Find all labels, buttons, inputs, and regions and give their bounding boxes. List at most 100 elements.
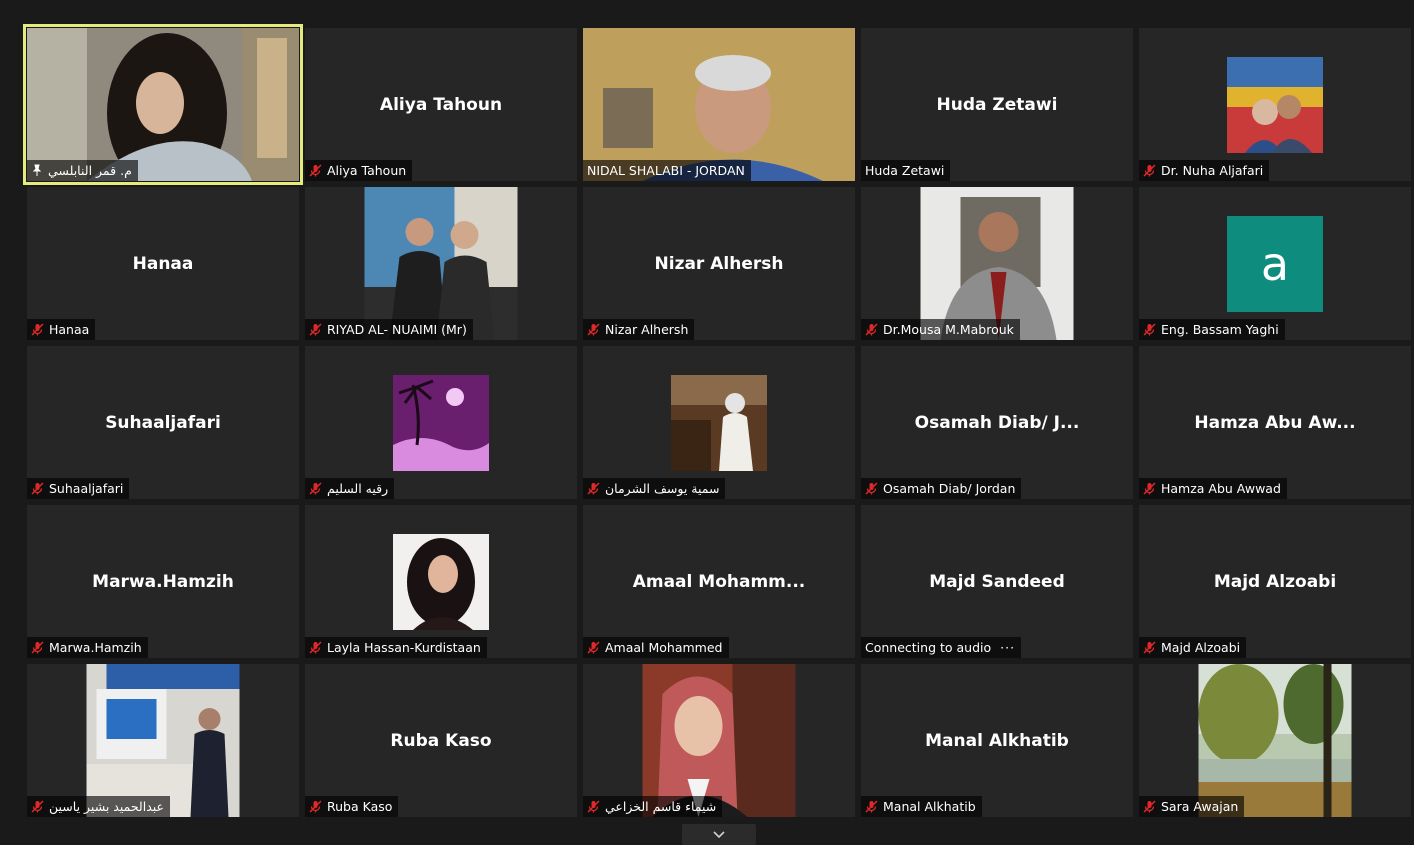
participant-display-name: Huda Zetawi [936, 94, 1058, 115]
participant-display-name: Marwa.Hamzih [92, 571, 234, 592]
participant-letter-avatar: a [1227, 215, 1323, 312]
participant-tile[interactable]: Suhaaljafari Suhaaljafari [27, 346, 299, 499]
participant-name-label: م. قمر النابلسي [27, 160, 138, 181]
participant-tile[interactable]: م. قمر النابلسي [23, 24, 303, 185]
mic-muted-icon [309, 641, 322, 654]
participant-photo [642, 664, 796, 817]
connecting-dots: ··· [1000, 640, 1016, 655]
participant-name-label: NIDAL SHALABI - JORDAN [583, 160, 751, 181]
mic-muted-icon [309, 482, 322, 495]
participant-tile[interactable]: Dr. Nuha Aljafari [1139, 28, 1411, 181]
participant-name-label: رقيه السليم [305, 478, 395, 499]
mic-muted-icon [1143, 641, 1156, 654]
participant-name-label: Sara Awajan [1139, 796, 1245, 817]
participant-name-label: عبدالحميد بشير ياسين [27, 796, 170, 817]
chevron-down-icon [713, 830, 725, 838]
mic-muted-icon [309, 800, 322, 813]
participant-video [27, 28, 299, 181]
participant-tile[interactable]: عبدالحميد بشير ياسين [27, 664, 299, 817]
mic-muted-icon [587, 323, 600, 336]
participant-tile[interactable]: a Eng. Bassam Yaghi [1139, 187, 1411, 340]
participant-name-label: Hanaa [27, 319, 96, 340]
gallery-grid: م. قمر النابلسي Aliya Tahoun Aliya Tahou… [23, 24, 1411, 817]
participant-photo [1198, 664, 1352, 817]
mic-muted-icon [587, 482, 600, 495]
participant-avatar [671, 374, 767, 471]
participant-avatar [393, 533, 489, 630]
mic-muted-icon [1143, 164, 1156, 177]
participant-tile[interactable]: Manal Alkhatib Manal Alkhatib [861, 664, 1133, 817]
participant-tile[interactable]: Layla Hassan-Kurdistaan [305, 505, 577, 658]
participant-name-label: Huda Zetawi [861, 160, 951, 181]
participant-display-name: Nizar Alhersh [654, 253, 784, 274]
participant-tile[interactable]: Sara Awajan [1139, 664, 1411, 817]
mic-muted-icon [31, 800, 44, 813]
participant-name-label: سمية يوسف الشرمان [583, 478, 726, 499]
participant-name-label: Majd Alzoabi [1139, 637, 1247, 658]
participant-display-name: Suhaaljafari [105, 412, 221, 433]
mic-muted-icon [31, 641, 44, 654]
participant-photo [86, 664, 240, 817]
participant-display-name: Aliya Tahoun [379, 94, 503, 115]
mic-muted-icon [587, 800, 600, 813]
participant-photo [364, 187, 518, 340]
participant-display-name: Majd Alzoabi [1213, 571, 1337, 592]
participant-display-name: Manal Alkhatib [925, 730, 1069, 751]
participant-name-label: Suhaaljafari [27, 478, 130, 499]
participant-tile[interactable]: Aliya Tahoun Aliya Tahoun [305, 28, 577, 181]
show-toolbar-button[interactable] [682, 824, 756, 845]
participant-tile[interactable]: Marwa.Hamzih Marwa.Hamzih [27, 505, 299, 658]
mic-muted-icon [309, 323, 322, 336]
participant-name-label: RIYAD AL- NUAIMI (Mr) [305, 319, 473, 340]
participant-tile[interactable]: Nizar Alhersh Nizar Alhersh [583, 187, 855, 340]
mic-muted-icon [31, 482, 44, 495]
participant-name-label: Aliya Tahoun [305, 160, 413, 181]
participant-name-label: Amaal Mohammed [583, 637, 729, 658]
participant-display-name: Hanaa [132, 253, 194, 274]
mic-muted-icon [865, 482, 878, 495]
participant-display-name: Majd Sandeed [929, 571, 1065, 592]
participant-tile[interactable]: Dr.Mousa M.Mabrouk [861, 187, 1133, 340]
participant-tile[interactable]: NIDAL SHALABI - JORDAN [583, 28, 855, 181]
participant-avatar [1227, 56, 1323, 153]
participant-tile[interactable]: رقيه السليم [305, 346, 577, 499]
participant-name-label: Ruba Kaso [305, 796, 399, 817]
participant-display-name: Hamza Abu Aw... [1194, 412, 1356, 433]
mic-muted-icon [865, 800, 878, 813]
participant-tile[interactable]: Ruba Kaso Ruba Kaso [305, 664, 577, 817]
participant-video [583, 28, 855, 181]
participant-name-label: Osamah Diab/ Jordan [861, 478, 1022, 499]
participant-display-name: Osamah Diab/ J... [914, 412, 1080, 433]
mic-muted-icon [1143, 482, 1156, 495]
participant-tile[interactable]: Majd Alzoabi Majd Alzoabi [1139, 505, 1411, 658]
participant-display-name: Amaal Mohamm... [632, 571, 806, 592]
mic-muted-icon [309, 164, 322, 177]
pin-icon [32, 164, 42, 176]
participant-name-label: شيماء قاسم الخزاعي [583, 796, 723, 817]
participant-display-name: Ruba Kaso [390, 730, 492, 751]
participant-tile[interactable]: Amaal Mohamm... Amaal Mohammed [583, 505, 855, 658]
participant-tile[interactable]: سمية يوسف الشرمان [583, 346, 855, 499]
participant-name-label: Eng. Bassam Yaghi [1139, 319, 1285, 340]
participant-name-label: Nizar Alhersh [583, 319, 695, 340]
participant-name-label: Marwa.Hamzih [27, 637, 148, 658]
participant-tile[interactable]: Osamah Diab/ J... Osamah Diab/ Jordan [861, 346, 1133, 499]
participant-name-label: Dr.Mousa M.Mabrouk [861, 319, 1020, 340]
participant-tile[interactable]: شيماء قاسم الخزاعي [583, 664, 855, 817]
participant-tile[interactable]: RIYAD AL- NUAIMI (Mr) [305, 187, 577, 340]
participant-name-label: Manal Alkhatib [861, 796, 982, 817]
participant-avatar [393, 374, 489, 471]
mic-muted-icon [1143, 323, 1156, 336]
participant-name-label: Dr. Nuha Aljafari [1139, 160, 1270, 181]
participant-name-label: Connecting to audio ··· [861, 637, 1022, 658]
participant-name-label: Hamza Abu Awwad [1139, 478, 1287, 499]
participant-tile[interactable]: Huda Zetawi Huda Zetawi [861, 28, 1133, 181]
participant-tile[interactable]: Hanaa Hanaa [27, 187, 299, 340]
mic-muted-icon [31, 323, 44, 336]
participant-tile[interactable]: Hamza Abu Aw... Hamza Abu Awwad [1139, 346, 1411, 499]
participant-tile[interactable]: Majd Sandeed Connecting to audio ··· [861, 505, 1133, 658]
participant-photo [920, 187, 1074, 340]
mic-muted-icon [587, 641, 600, 654]
participant-name-label: Layla Hassan-Kurdistaan [305, 637, 487, 658]
mic-muted-icon [865, 323, 878, 336]
